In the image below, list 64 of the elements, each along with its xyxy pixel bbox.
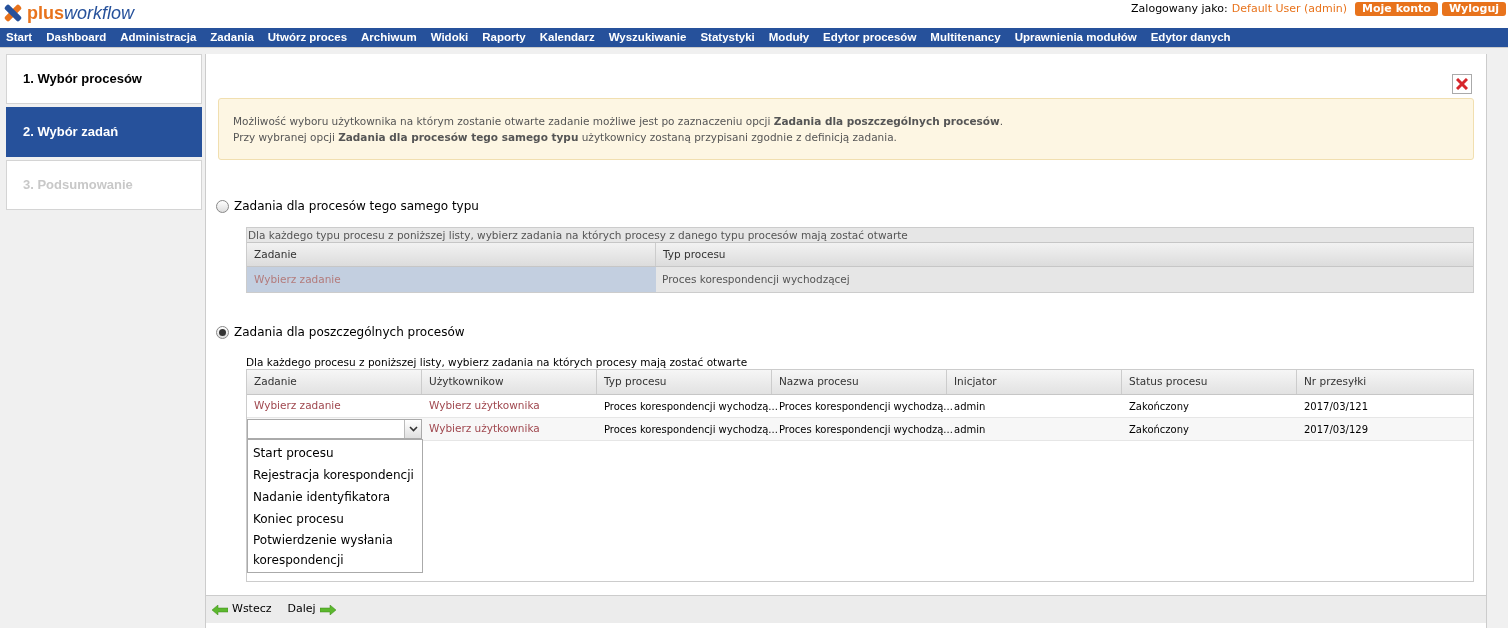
nav-item[interactable]: Dashboard [46, 28, 107, 47]
dropdown-option[interactable]: Koniec procesu [248, 508, 422, 530]
close-button[interactable] [1452, 74, 1472, 94]
table-cell-text: admin [954, 422, 986, 437]
nav-item[interactable]: Archiwum [361, 28, 417, 47]
nav-item[interactable]: Uprawnienia modułów [1014, 28, 1137, 47]
column-header[interactable]: Status procesu [1122, 370, 1297, 394]
column-header[interactable]: Użytkownikow [422, 370, 597, 394]
choose-task-link[interactable]: Wybierz zadanie [254, 398, 341, 414]
table-cell-text: Proces korespondencji wychodzą... [779, 422, 953, 437]
nav-item[interactable]: Wyszukiwanie [608, 28, 687, 47]
nav-item[interactable]: Raporty [482, 28, 526, 47]
logo: plusworkflow [0, 0, 135, 23]
nav-item[interactable]: Edytor procesów [823, 28, 917, 47]
column-header[interactable]: Typ procesu [597, 370, 772, 394]
column-header[interactable]: Typ procesu [656, 243, 1473, 266]
next-link[interactable]: Dalej [287, 601, 336, 618]
choose-user-link[interactable]: Wybierz użytkownika [429, 421, 540, 437]
back-link[interactable]: Wstecz [212, 601, 272, 618]
table-cell-text: Proces korespondencji wychodzą... [604, 422, 778, 437]
nav-item[interactable]: Zadania [210, 28, 254, 47]
dropdown-option[interactable]: Nadanie identyfikatora [248, 486, 422, 508]
caret-icon [408, 426, 418, 432]
dropdown-option[interactable]: Rejestracja korespondencji [248, 464, 422, 486]
wizard-step[interactable]: 2. Wybór zadań [6, 107, 202, 157]
nav-item[interactable]: Administracja [120, 28, 197, 47]
dropdown-option[interactable]: Start procesu [248, 442, 422, 464]
nav-item[interactable]: Kalendarz [539, 28, 595, 47]
table-cell-text: Zakończony [1129, 399, 1189, 414]
table-cell-text: 2017/03/121 [1304, 399, 1368, 414]
table-cell-text: Proces korespondencji wychodzą... [779, 399, 953, 414]
table-cell-text: admin [954, 399, 986, 414]
column-header[interactable]: Nr przesyłki [1297, 370, 1472, 394]
notice-text: Możliwość wyboru użytkownika na którym zostanie otwarte zadanie możliwe jest po zaznaczeniu opcji Zadania dla poszczególnych procesów. [233, 114, 1005, 129]
radio-button[interactable] [216, 199, 229, 213]
column-header[interactable]: Inicjator [947, 370, 1122, 394]
radio-button[interactable] [216, 325, 229, 339]
nav-item[interactable]: Utwórz proces [267, 28, 348, 47]
dropdown-option[interactable]: Potwierdzenie wysłania korespondencji [248, 530, 422, 570]
table-cell-text: Zakończony [1129, 422, 1189, 437]
choose-user-link[interactable]: Wybierz użytkownika [429, 398, 540, 414]
nav-item[interactable]: Start [6, 28, 33, 47]
column-header[interactable]: Zadanie [247, 243, 656, 266]
table-cell-text: Proces korespondencji wychodzą... [604, 399, 778, 414]
nav-item[interactable]: Moduły [768, 28, 810, 47]
column-header[interactable]: Nazwa procesu [772, 370, 947, 394]
table-caption: Dla każdego procesu z poniższej listy, wybierz zadania na których procesy mają zostać otwarte [246, 355, 748, 369]
radio-label: Zadania dla procesów tego samego typu [234, 198, 479, 215]
nav-item[interactable]: Statystyki [700, 28, 755, 47]
nav-item[interactable]: Edytor danych [1150, 28, 1231, 47]
radio-label: Zadania dla poszczególnych procesów [234, 324, 465, 341]
table-cell-text: Proces korespondencji wychodzącej [661, 271, 851, 287]
column-header[interactable]: Zadanie [247, 370, 422, 394]
table-caption: Dla każdego typu procesu z poniższej listy, wybierz zadania na których procesy z danego typu procesów mają zostać otwarte [247, 228, 909, 242]
logged-as-label: Zalogowany jako: [1131, 1, 1228, 17]
arrow-right-icon [319, 604, 336, 615]
close-icon [1456, 78, 1468, 90]
logo-icon [3, 3, 23, 23]
table-cell-text: 2017/03/129 [1304, 422, 1368, 437]
wizard-step[interactable]: 1. Wybór procesów [6, 54, 202, 104]
arrow-left-icon [212, 604, 228, 615]
notice-text: Przy wybranej opcji Zadania dla procesów tego samego typu użytkownicy zostaną przypisani zgodnie z definicją zadania. [233, 130, 898, 145]
nav-item[interactable]: Multitenancy [930, 28, 1001, 47]
nav-item[interactable]: Widoki [430, 28, 469, 47]
